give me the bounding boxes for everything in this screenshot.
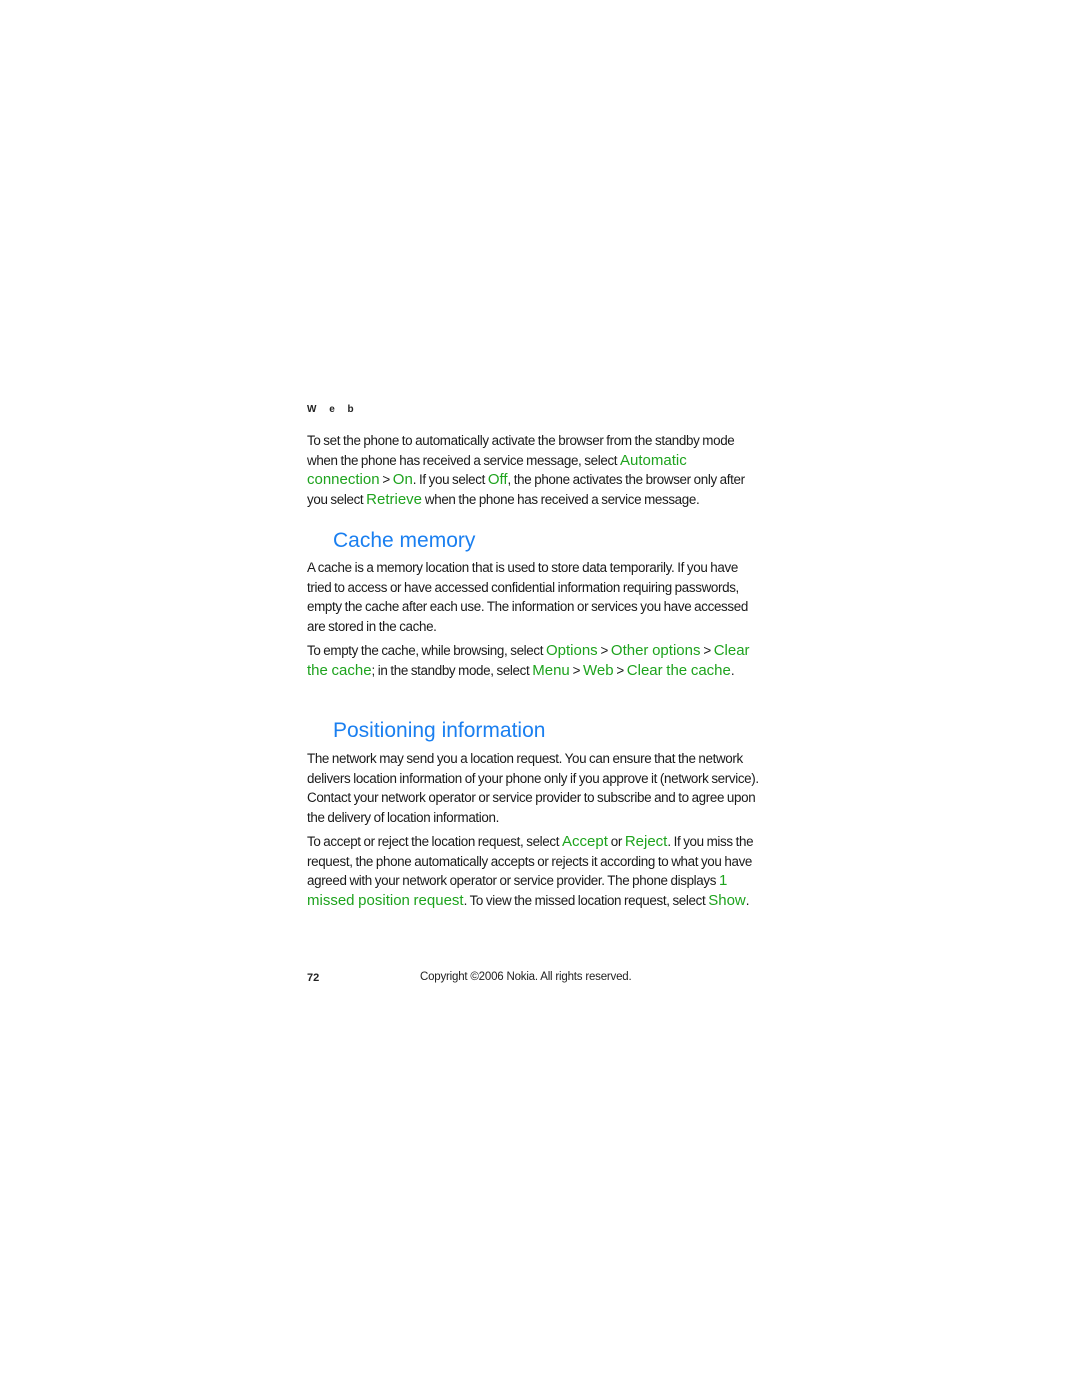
separator: >	[569, 662, 583, 678]
intro-paragraph: To set the phone to automatically activa…	[307, 431, 759, 509]
ui-term-retrieve: Retrieve	[366, 490, 423, 508]
ui-term-show: Show	[708, 891, 746, 909]
body-text: ; in the standby mode, select	[371, 662, 533, 678]
ui-term-web: Web	[582, 661, 614, 679]
ui-term-off: Off	[487, 471, 508, 488]
cache-paragraph-1: A cache is a memory location that is use…	[307, 560, 748, 634]
copyright-notice: Copyright ©2006 Nokia. All rights reserv…	[420, 971, 632, 983]
body-text: . To view the missed location request, s…	[463, 892, 709, 908]
running-head: W e b	[307, 404, 359, 415]
page-number: 72	[307, 972, 320, 984]
separator: >	[597, 643, 611, 658]
ui-term-clear-the-cache: Clear the cache	[626, 661, 731, 679]
ui-term-menu: Menu	[532, 661, 570, 679]
body-text: .	[730, 662, 735, 678]
ui-term-reject: Reject	[624, 833, 668, 850]
separator: >	[613, 662, 627, 678]
positioning-paragraph-2: To accept or reject the location request…	[307, 832, 759, 910]
separator: >	[700, 643, 714, 658]
separator: >	[379, 472, 393, 487]
body-text: or	[607, 834, 625, 849]
ui-term-options: Options	[545, 642, 598, 659]
body-text: To accept or reject the location request…	[307, 834, 562, 849]
heading-positioning-information: Positioning information	[333, 719, 546, 742]
intro-text: . If you select	[412, 472, 488, 487]
cache-paragraph-2: To empty the cache, while browsing, sele…	[307, 641, 759, 680]
ui-term-on: On	[392, 471, 413, 488]
body-text: .	[745, 892, 750, 908]
ui-term-accept: Accept	[562, 833, 608, 850]
intro-text: when the phone has received a service me…	[422, 491, 700, 507]
body-text: To empty the cache, while browsing, sele…	[307, 643, 546, 658]
positioning-paragraph-1: The network may send you a location requ…	[307, 751, 759, 825]
heading-cache-memory: Cache memory	[333, 529, 476, 552]
ui-term-other-options: Other options	[610, 642, 701, 659]
